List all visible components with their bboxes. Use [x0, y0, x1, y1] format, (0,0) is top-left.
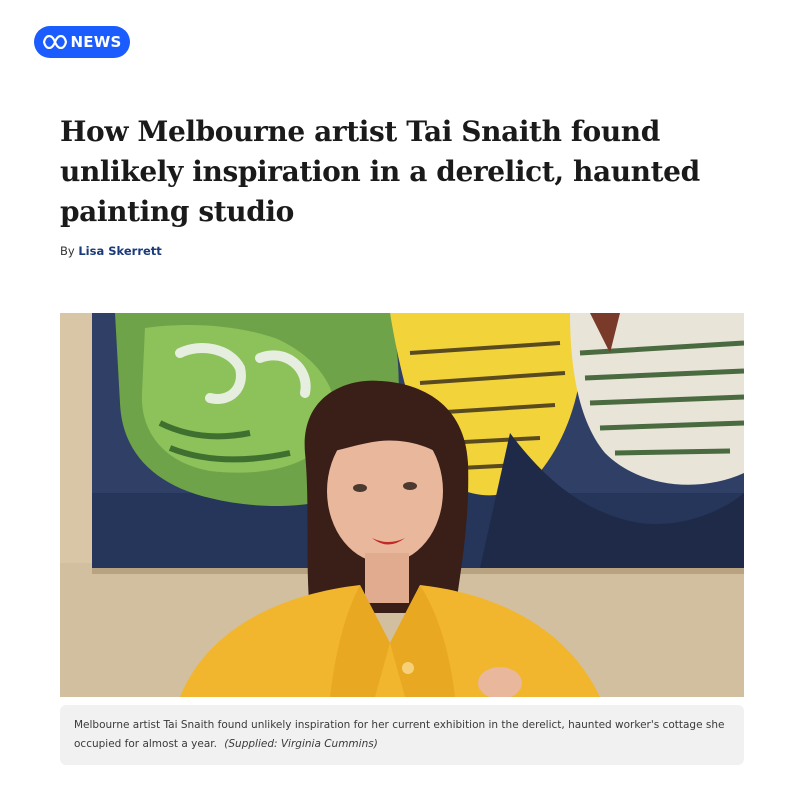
image-caption: Melbourne artist Tai Snaith found unlike… — [60, 705, 744, 765]
news-wordmark: NEWS — [70, 33, 122, 51]
caption-text: Melbourne artist Tai Snaith found unlike… — [74, 719, 725, 750]
author-link[interactable]: Lisa Skerrett — [78, 244, 161, 258]
abc-news-logo[interactable]: NEWS — [34, 26, 130, 58]
abc-lissajous-icon — [42, 35, 67, 49]
byline: By Lisa Skerrett — [60, 244, 162, 258]
photo-credit: (Supplied: Virginia Cummins) — [224, 738, 378, 750]
byline-prefix: By — [60, 244, 75, 258]
article-headline: How Melbourne artist Tai Snaith found un… — [60, 115, 700, 228]
hero-image — [60, 313, 744, 697]
